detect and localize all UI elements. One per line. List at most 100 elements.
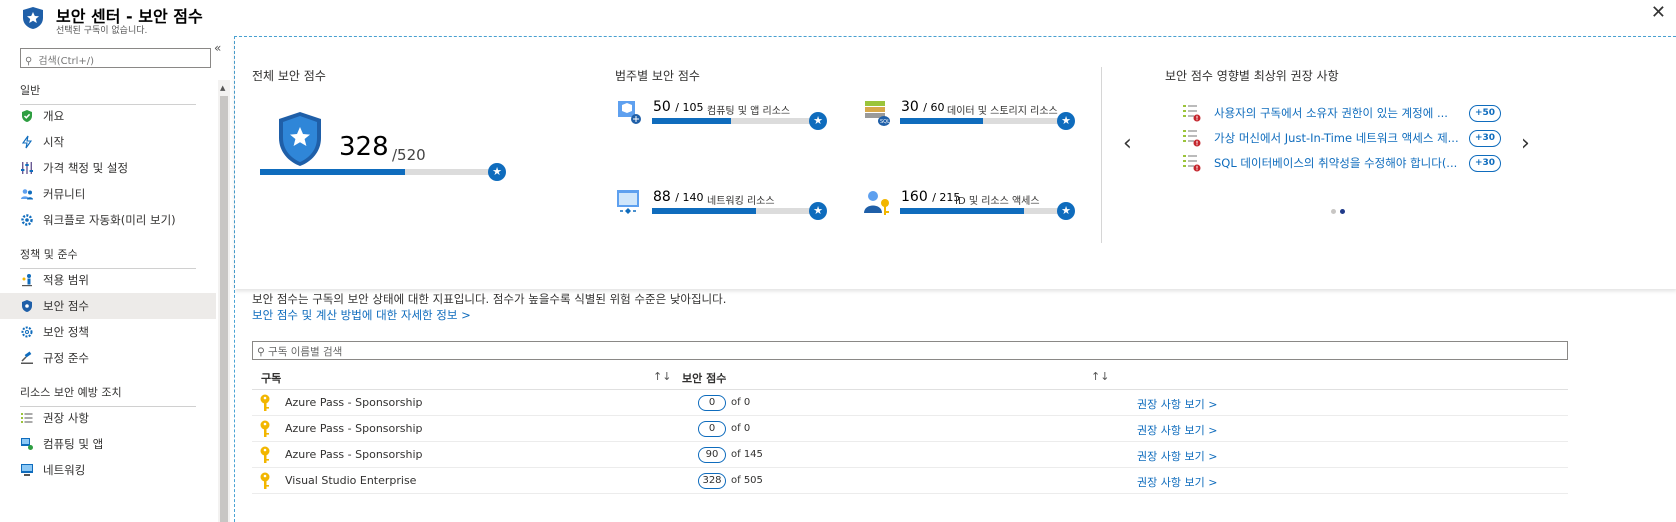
- sidebar-item-workflow-automation[interactable]: 워크플로 자동화(미리 보기): [0, 207, 216, 233]
- sidebar-item-getting-started[interactable]: 시작: [0, 129, 216, 155]
- sidebar-item-coverage[interactable]: 적용 범위: [0, 267, 216, 293]
- table-row[interactable]: Azure Pass - Sponsorship 0 of 0 권장 사항 보기…: [252, 416, 1568, 442]
- table-row[interactable]: Azure Pass - Sponsorship 0 of 0 권장 사항 보기…: [252, 390, 1568, 416]
- carousel-next-icon[interactable]: ›: [1521, 131, 1530, 156]
- view-recommendations-link[interactable]: 권장 사항 보기 >: [1137, 396, 1217, 412]
- category-bar: [900, 208, 1066, 214]
- section-policy-compliance: 정책 및 준수: [20, 246, 196, 269]
- sidebar-item-community[interactable]: 커뮤니티: [0, 181, 216, 207]
- table-row[interactable]: Visual Studio Enterprise 328 of 505 권장 사…: [252, 468, 1568, 494]
- category-name: 컴퓨팅 및 앱 리소스: [707, 106, 791, 117]
- recommendation-item[interactable]: SQL 데이터베이스의 취약성을 수정해야 합니다(... +30: [1183, 154, 1503, 174]
- star-icon: ★: [488, 163, 506, 181]
- view-recommendations-link[interactable]: 권장 사항 보기 >: [1137, 422, 1217, 438]
- impact-badge: +30: [1469, 155, 1501, 172]
- svg-text:SQL: SQL: [880, 119, 890, 125]
- gavel-icon: [21, 351, 33, 364]
- scroll-up-icon[interactable]: ▲: [220, 84, 225, 92]
- overall-score-max: /520: [392, 146, 426, 164]
- table-row[interactable]: Azure Pass - Sponsorship 90 of 145 권장 사항…: [252, 442, 1568, 468]
- coverage-icon: [22, 274, 32, 287]
- category-name: ID 및 리소스 액세스: [955, 196, 1040, 207]
- secure-score-shield-icon: [279, 112, 321, 166]
- score-overview-card: 전체 보안 점수 328 /520 ★ 범주별 보안 점수 50 / 105 컴…: [235, 37, 1676, 289]
- sidebar-item-label: 보안 점수: [43, 299, 89, 313]
- category-bar-fill: [652, 208, 757, 214]
- people-icon: [21, 189, 33, 200]
- sidebar-item-label: 보안 정책: [43, 325, 89, 339]
- overall-score-bar-fill: [260, 169, 406, 175]
- sidebar-item-pricing-settings[interactable]: 가격 책정 및 설정: [0, 155, 216, 181]
- search-icon: ⚲: [25, 56, 33, 67]
- search-icon: ⚲: [257, 346, 265, 358]
- top-recommendations-title: 보안 점수 영향별 최상위 권장 사항: [1165, 69, 1339, 83]
- sidebar-item-networking[interactable]: 네트워킹: [0, 457, 216, 483]
- sidebar-item-secure-score[interactable]: 보안 점수: [0, 293, 216, 319]
- score-badge: 0: [698, 421, 726, 437]
- category-bar-fill: [900, 118, 983, 124]
- key-icon: [260, 420, 270, 437]
- category-score: 88 / 140: [653, 189, 704, 205]
- security-center-shield-icon: [23, 7, 43, 29]
- category-name: 데이터 및 스토리지 리소스: [947, 106, 1058, 117]
- recommendation-item[interactable]: 가상 머신에서 Just-In-Time 네트워크 액세스 제... +30: [1183, 129, 1503, 149]
- carousel-dot-active[interactable]: [1340, 209, 1345, 214]
- key-icon: [260, 472, 270, 489]
- sidebar-item-label: 규정 준수: [43, 351, 89, 365]
- gear-flow-icon: [21, 214, 33, 226]
- sidebar-item-recommendations[interactable]: 권장 사항: [0, 405, 216, 431]
- title-bar: 보안 센터 - 보안 점수 선택된 구독이 없습니다. ✕: [0, 0, 1676, 36]
- sidebar-item-label: 권장 사항: [43, 411, 89, 425]
- score-max: of 0: [731, 397, 751, 408]
- star-icon: ★: [809, 112, 827, 130]
- recommendation-list-icon: [1183, 155, 1201, 172]
- sidebar-item-regulatory-compliance[interactable]: 규정 준수: [0, 345, 216, 371]
- collapse-sidebar-icon[interactable]: «: [214, 41, 221, 55]
- carousel-prev-icon[interactable]: ‹: [1123, 131, 1132, 156]
- category-score: 160 / 215: [901, 189, 961, 205]
- sliders-icon: [21, 162, 33, 174]
- data-storage-icon: SQL: [865, 101, 890, 126]
- section-resource-hygiene: 리소스 보안 예방 조치: [20, 384, 196, 407]
- sidebar-item-overview[interactable]: 개요: [0, 103, 216, 129]
- sidebar-search-input[interactable]: ⚲ 검색(Ctrl+/): [20, 48, 211, 68]
- sidebar-scrollbar[interactable]: ▲: [218, 80, 230, 522]
- subscription-name: Azure Pass - Sponsorship: [285, 396, 423, 409]
- sidebar-item-compute-apps[interactable]: 컴퓨팅 및 앱: [0, 431, 216, 457]
- sidebar: ⚲ 검색(Ctrl+/) « 일반 개요 시작 가격 책정 및 설정 커뮤니티 워…: [0, 36, 230, 522]
- recommendation-list-icon: [1183, 105, 1201, 122]
- recommendation-list-icon: [1183, 130, 1201, 147]
- compute-icon: [21, 438, 33, 450]
- subscription-name: Azure Pass - Sponsorship: [285, 422, 423, 435]
- sidebar-item-security-policy[interactable]: 보안 정책: [0, 319, 216, 345]
- subscription-search-input[interactable]: ⚲ 구독 이름별 검색: [252, 341, 1568, 360]
- view-recommendations-link[interactable]: 권장 사항 보기 >: [1137, 474, 1217, 490]
- star-icon: ★: [1057, 112, 1075, 130]
- recommendation-item[interactable]: 사용자의 구독에서 소유자 권한이 있는 계정에 ... +50: [1183, 104, 1503, 124]
- learn-more-link[interactable]: 보안 점수 및 계산 방법에 대한 자세한 정보 >: [252, 307, 471, 323]
- category-bar: [900, 118, 1066, 124]
- column-header-subscription[interactable]: 구독: [261, 370, 281, 386]
- view-recommendations-link[interactable]: 권장 사항 보기 >: [1137, 448, 1217, 464]
- close-icon[interactable]: ✕: [1651, 2, 1666, 23]
- overall-score-value: 328: [339, 132, 389, 162]
- sidebar-item-label: 시작: [43, 135, 65, 149]
- star-icon: ★: [1057, 202, 1075, 220]
- recommendation-text: SQL 데이터베이스의 취약성을 수정해야 합니다(...: [1214, 156, 1458, 170]
- star-icon: ★: [809, 202, 827, 220]
- overall-score-title: 전체 보안 점수: [252, 69, 326, 83]
- section-divider: [1101, 67, 1102, 243]
- score-max: of 145: [731, 449, 763, 460]
- column-header-secure-score[interactable]: 보안 점수: [682, 370, 726, 386]
- sort-score-icon[interactable]: ↑↓: [1091, 370, 1109, 383]
- scrollbar-thumb[interactable]: [220, 96, 228, 522]
- category-bar: [652, 118, 818, 124]
- sort-subscription-icon[interactable]: ↑↓: [653, 370, 671, 383]
- sidebar-item-label: 적용 범위: [43, 273, 89, 287]
- score-badge: 328: [698, 473, 726, 489]
- category-score: 50 / 105: [653, 99, 704, 115]
- sidebar-item-label: 커뮤니티: [43, 187, 86, 201]
- carousel-dot[interactable]: [1331, 209, 1336, 214]
- impact-badge: +30: [1469, 130, 1501, 147]
- category-name: 네트워킹 리소스: [707, 196, 775, 207]
